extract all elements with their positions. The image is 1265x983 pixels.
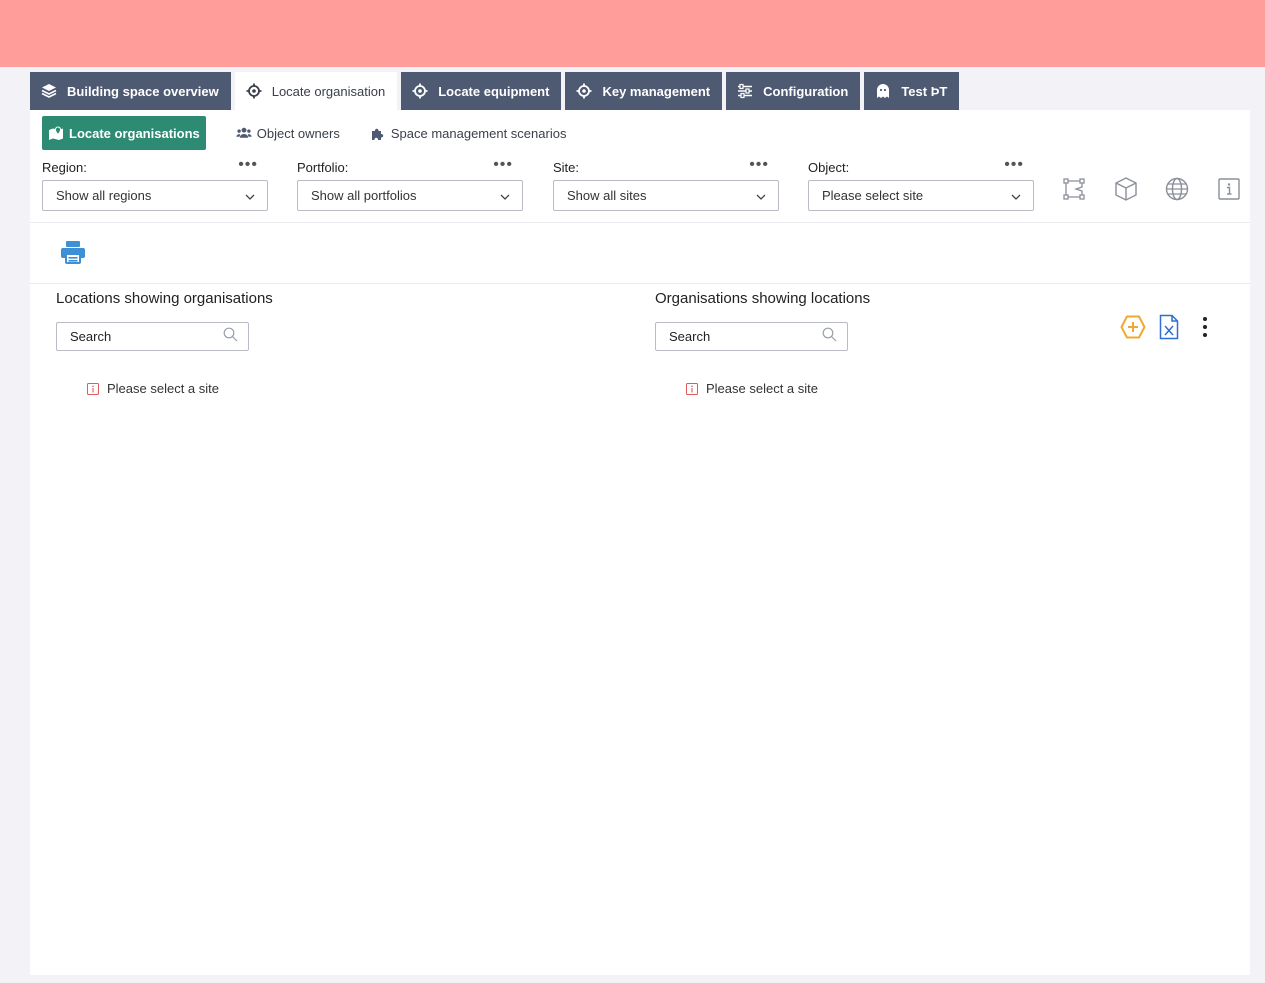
site-label: Site: — [553, 160, 580, 175]
search-icon[interactable] — [822, 327, 837, 347]
locations-section-title: Locations showing organisations — [56, 290, 273, 307]
site-select[interactable]: Show all sites — [553, 180, 779, 211]
add-hexagon-icon — [1120, 314, 1146, 345]
divider — [30, 283, 1250, 284]
tab-key-management[interactable]: Key management — [565, 72, 723, 110]
organisations-empty-message: Please select a site — [686, 381, 818, 396]
chevron-down-icon — [1011, 188, 1021, 203]
locations-search — [56, 322, 249, 351]
cube-icon[interactable] — [1113, 176, 1139, 202]
site-value: Show all sites — [567, 188, 647, 203]
view-mode-icons — [1061, 176, 1265, 202]
globe-icon[interactable] — [1164, 176, 1190, 202]
object-filter: Object: ••• Please select site — [808, 157, 1034, 211]
site-filter: Site: ••• Show all sites — [553, 157, 779, 211]
subtab-object-owners[interactable]: Object owners — [230, 116, 346, 150]
portfolio-more-icon[interactable]: ••• — [493, 157, 513, 173]
map-marker-icon — [48, 125, 64, 141]
tab-locate-organisation[interactable]: Locate organisation — [234, 72, 398, 110]
crosshair-icon — [575, 82, 593, 100]
tab-locate-equipment[interactable]: Locate equipment — [401, 72, 562, 110]
site-more-icon[interactable]: ••• — [749, 157, 769, 173]
search-icon[interactable] — [223, 327, 238, 347]
tab-test[interactable]: Test ÞT — [864, 72, 960, 110]
tab-label: Key management — [602, 83, 711, 99]
info-icon — [686, 382, 698, 395]
users-icon — [236, 125, 252, 141]
subtab-label: Locate organisations — [69, 125, 200, 141]
subtab-locate-organisations[interactable]: Locate organisations — [42, 116, 206, 150]
region-more-icon[interactable]: ••• — [238, 157, 258, 173]
locations-empty-message: Please select a site — [87, 381, 219, 396]
subtab-space-management-scenarios[interactable]: Space management scenarios — [364, 116, 573, 150]
message-text: Please select a site — [107, 381, 220, 396]
chevron-down-icon — [245, 188, 255, 203]
portfolio-select[interactable]: Show all portfolios — [297, 180, 523, 211]
object-more-icon[interactable]: ••• — [1004, 157, 1024, 173]
region-label: Region: — [42, 160, 87, 175]
floorplan-icon[interactable] — [1061, 176, 1087, 202]
tab-label: Test ÞT — [901, 83, 948, 99]
sub-navigation: Locate organisations Object owners Space… — [42, 116, 590, 150]
message-text: Please select a site — [706, 381, 819, 396]
organisations-actions — [1120, 314, 1228, 345]
info-icon — [87, 382, 99, 395]
portfolio-filter: Portfolio: ••• Show all portfolios — [297, 157, 523, 211]
tab-label: Locate organisation — [271, 83, 386, 99]
more-vertical-icon — [1202, 316, 1208, 343]
top-banner — [0, 0, 1265, 67]
region-value: Show all regions — [56, 188, 152, 203]
layers-icon — [40, 82, 58, 100]
divider — [30, 222, 1250, 223]
subtab-label: Space management scenarios — [390, 125, 567, 141]
tab-label: Building space overview — [67, 83, 219, 99]
chevron-down-icon — [500, 188, 510, 203]
object-select[interactable]: Please select site — [808, 180, 1034, 211]
print-button[interactable] — [59, 238, 87, 266]
crosshair-icon — [411, 82, 429, 100]
tab-label: Configuration — [763, 83, 849, 99]
organisations-search-input[interactable] — [669, 329, 809, 344]
portfolio-value: Show all portfolios — [311, 188, 417, 203]
add-button[interactable] — [1120, 314, 1146, 345]
printer-icon — [59, 241, 87, 270]
main-tabs: Building space overview Locate organisat… — [30, 72, 963, 110]
organisations-search — [655, 322, 848, 351]
sliders-icon — [736, 82, 754, 100]
tab-building-space-overview[interactable]: Building space overview — [30, 72, 231, 110]
content-panel: Locate organisations Object owners Space… — [30, 110, 1250, 975]
crosshair-icon — [245, 82, 263, 100]
region-filter: Region: ••• Show all regions — [42, 157, 268, 211]
tab-label: Locate equipment — [438, 83, 550, 99]
info-icon[interactable] — [1216, 176, 1242, 202]
export-excel-button[interactable] — [1156, 314, 1182, 345]
subtab-label: Object owners — [256, 125, 340, 141]
organisations-section-title: Organisations showing locations — [655, 290, 871, 307]
object-value: Please select site — [822, 188, 924, 203]
locations-search-input[interactable] — [70, 329, 210, 344]
ghost-icon — [874, 82, 892, 100]
portfolio-label: Portfolio: — [297, 160, 349, 175]
tab-configuration[interactable]: Configuration — [726, 72, 861, 110]
region-select[interactable]: Show all regions — [42, 180, 268, 211]
chevron-down-icon — [756, 188, 766, 203]
puzzle-icon — [370, 125, 386, 141]
more-options-button[interactable] — [1192, 316, 1218, 342]
object-label: Object: — [808, 160, 850, 175]
excel-file-icon — [1159, 314, 1179, 345]
